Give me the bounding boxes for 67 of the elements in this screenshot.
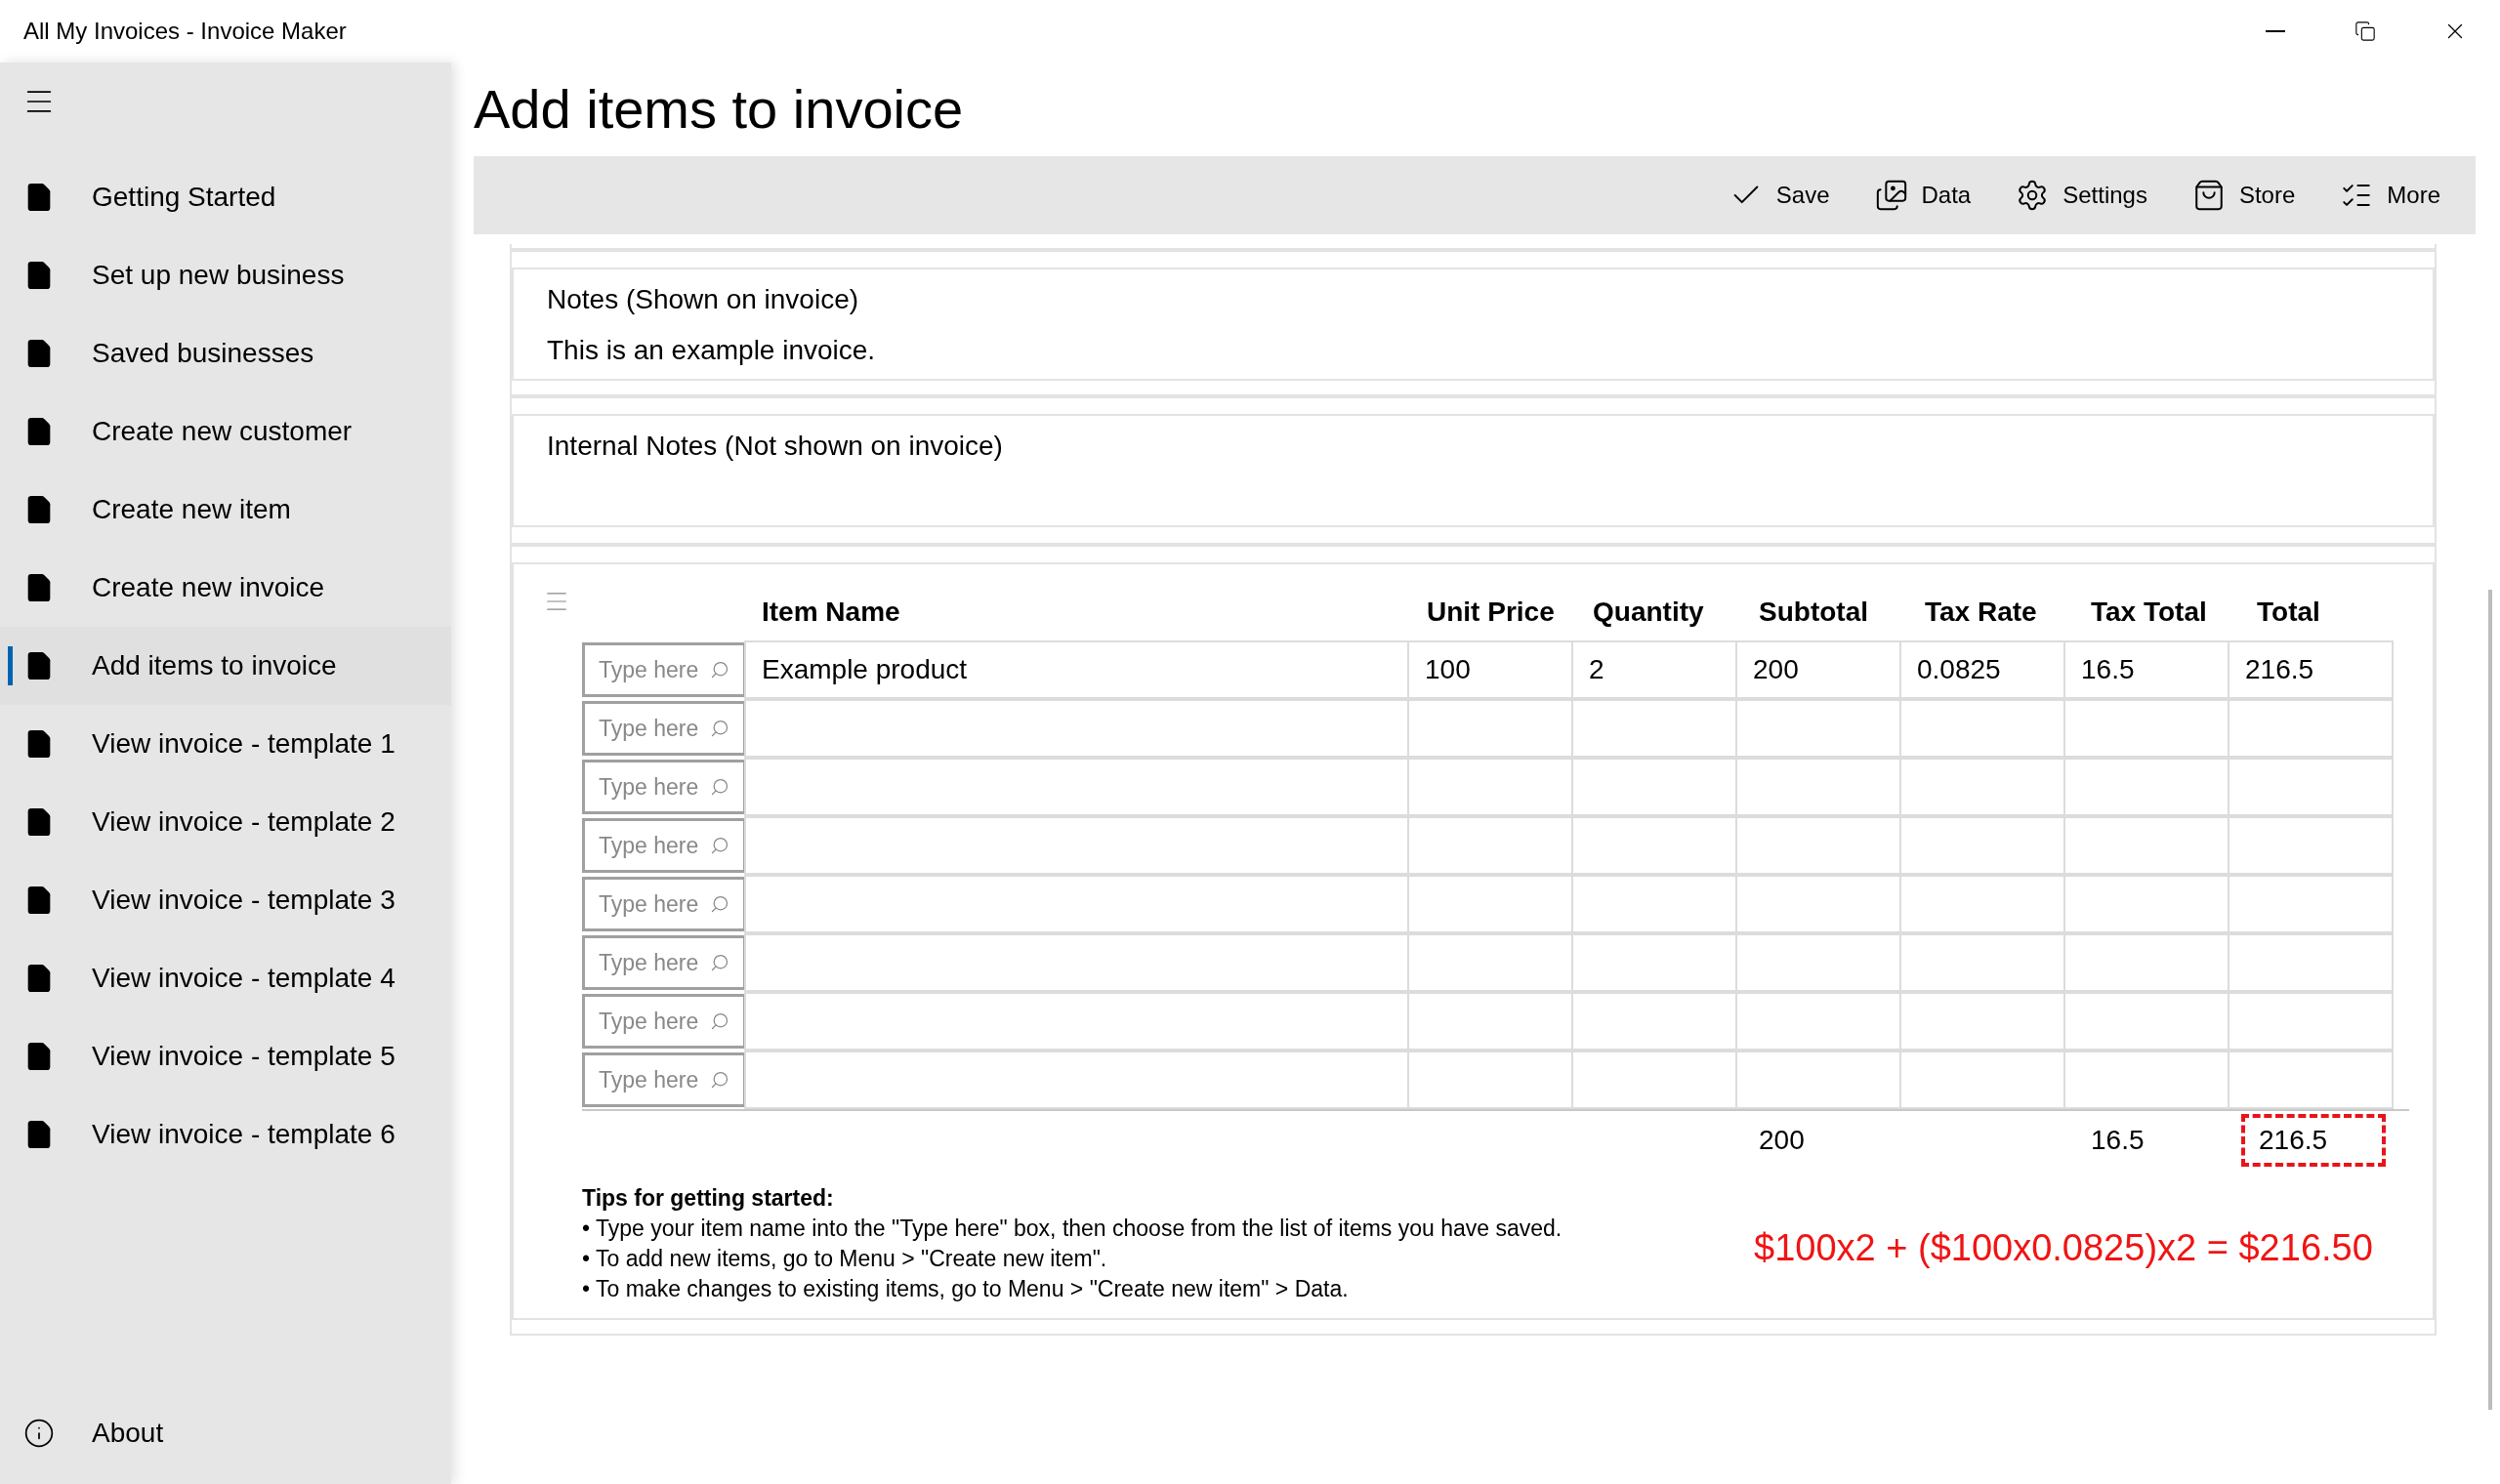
sidebar-item[interactable]: Create new customer: [0, 392, 451, 471]
tax-total-sum: 16.5: [2091, 1125, 2145, 1155]
search-icon: [710, 836, 729, 855]
search-icon: [710, 777, 729, 797]
tip-text: • To add new items, go to Menu > "Create new item".: [582, 1245, 1108, 1273]
table-cell: 200: [1735, 640, 1901, 699]
tip-text: • Type your item name into the "Type here" box, then choose from the list of items you have saved.: [582, 1215, 1563, 1243]
screens-icon: [1874, 179, 1908, 212]
sidebar-item[interactable]: View invoice - template 6: [0, 1095, 451, 1174]
sidebar-item[interactable]: View invoice - template 2: [0, 783, 451, 861]
type-here-field[interactable]: Type here: [582, 994, 746, 1049]
toolbar-button[interactable]: Settings: [2000, 161, 2163, 229]
sidebar-item[interactable]: About: [0, 1394, 451, 1472]
type-here-field[interactable]: Type here: [582, 701, 746, 756]
search-icon: [710, 1011, 729, 1031]
column-header: Total: [2256, 596, 2321, 629]
sidebar-item[interactable]: Create new invoice: [0, 549, 451, 627]
page-title: Add items to invoice: [474, 77, 965, 142]
toolbar-button[interactable]: Store: [2176, 161, 2312, 229]
table-cell: 16.5: [2063, 640, 2229, 699]
sidebar-item[interactable]: View invoice - template 5: [0, 1017, 451, 1095]
type-here-field[interactable]: Type here: [582, 818, 746, 873]
table-cell: 2: [1571, 640, 1737, 699]
subtotal-sum: 200: [1759, 1125, 1805, 1155]
search-icon: [710, 894, 729, 914]
total-sum: 216.5: [2241, 1114, 2386, 1167]
sidebar-item[interactable]: View invoice - template 4: [0, 939, 451, 1017]
type-here-field[interactable]: Type here: [582, 760, 746, 814]
toolbar-button[interactable]: Save: [1713, 161, 1846, 229]
scrollbar[interactable]: [2488, 590, 2492, 1410]
sidebar-item[interactable]: Getting Started: [0, 158, 451, 236]
minimize-icon: [2266, 30, 2285, 32]
type-here-field[interactable]: Type here: [582, 642, 746, 697]
sidebar-item[interactable]: View invoice - template 3: [0, 861, 451, 939]
type-here-field[interactable]: Type here: [582, 935, 746, 990]
restore-icon: [2354, 21, 2376, 42]
formula-annotation: $100x2 + ($100x0.0825)x2 = $216.50: [1754, 1226, 2373, 1270]
search-icon: [710, 1070, 729, 1090]
column-header: Tax Total: [2090, 596, 2208, 629]
info-icon: [23, 1418, 55, 1449]
search-icon: [710, 953, 729, 972]
tip-text: • To make changes to existing items, go to Menu > "Create new item" > Data.: [582, 1275, 1350, 1303]
type-here-field[interactable]: Type here: [582, 1052, 746, 1107]
column-header: Quantity: [1592, 596, 1705, 629]
window-title: All My Invoices - Invoice Maker: [23, 17, 347, 46]
column-header: Unit Price: [1426, 596, 1556, 629]
internal-notes-label: Internal Notes (Not shown on invoice): [547, 430, 1004, 463]
sidebar-item[interactable]: Set up new business: [0, 236, 451, 314]
sidebar-item[interactable]: View invoice - template 1: [0, 705, 451, 783]
sidebar-item[interactable]: Create new item: [0, 471, 451, 549]
column-header: Tax Rate: [1924, 596, 2038, 629]
notes-field[interactable]: This is an example invoice.: [547, 330, 2399, 371]
toolbar-button[interactable]: Data: [1858, 161, 1987, 229]
notes-label: Notes (Shown on invoice): [547, 283, 860, 316]
column-header: Subtotal: [1758, 596, 1869, 629]
column-header: Item Name: [761, 596, 901, 629]
sidebar-item[interactable]: Saved businesses: [0, 314, 451, 392]
table-cell: 0.0825: [1899, 640, 2065, 699]
tips-title: Tips for getting started:: [582, 1184, 835, 1213]
toolbar-button[interactable]: More: [2324, 161, 2456, 229]
type-here-field[interactable]: Type here: [582, 877, 746, 931]
sidebar-item[interactable]: Add items to invoice: [0, 627, 451, 705]
table-cell: 216.5: [2228, 640, 2394, 699]
table-cell: Example product: [744, 640, 1409, 699]
search-icon: [710, 660, 729, 680]
table-cell: 100: [1407, 640, 1573, 699]
search-icon: [710, 719, 729, 738]
